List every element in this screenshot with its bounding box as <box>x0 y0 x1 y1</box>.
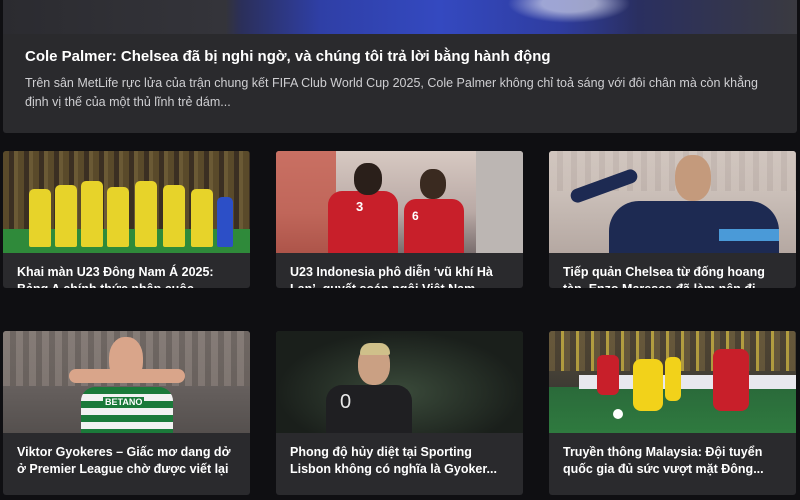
player-figure <box>665 357 681 401</box>
article-image-indonesia-players[interactable]: 3 6 <box>276 151 523 253</box>
player-figure <box>633 359 663 411</box>
jersey-number: 0 <box>340 391 352 413</box>
article-title[interactable]: Khai màn U23 Đông Nam Á 2025: Bảng A chí… <box>17 264 242 288</box>
player-figure <box>107 187 129 247</box>
article-title[interactable]: Tiếp quản Chelsea từ đống hoang tàn, Enz… <box>563 264 788 288</box>
player-hair <box>360 343 390 355</box>
player-figure <box>135 181 157 247</box>
article-card-enzo-maresca[interactable]: Tiếp quản Chelsea từ đống hoang tàn, Enz… <box>549 151 796 288</box>
player-arms <box>69 369 185 383</box>
article-image-team-lineup[interactable] <box>3 151 250 253</box>
article-title[interactable]: Viktor Gyokeres – Giấc mơ dang dở ở Prem… <box>17 444 242 478</box>
jersey-number: 3 <box>356 199 364 214</box>
ball-icon <box>613 409 623 419</box>
player-figure <box>29 189 51 247</box>
player-jersey: 6 <box>404 199 464 253</box>
player-figure <box>217 197 233 247</box>
player-head <box>354 163 382 195</box>
player-jersey: 0 <box>326 385 412 433</box>
article-title[interactable]: U23 Indonesia phô diễn ‘vũ khí Hà Lan’, … <box>290 264 515 288</box>
article-card-u23-sea-games[interactable]: Khai màn U23 Đông Nam Á 2025: Bảng A chí… <box>3 151 250 288</box>
article-card-u23-indonesia[interactable]: 3 6 U23 Indonesia phô diễn ‘vũ khí Hà La… <box>276 151 523 288</box>
article-title[interactable]: Phong độ hủy diệt tại Sporting Lisbon kh… <box>290 444 515 478</box>
player-figure <box>597 355 619 395</box>
player-head <box>420 169 446 199</box>
coach-head <box>675 155 711 201</box>
featured-article-title[interactable]: Cole Palmer: Chelsea đã bị nghi ngờ, và … <box>25 48 785 66</box>
article-title[interactable]: Truyền thông Malaysia: Đội tuyển quốc gi… <box>563 444 788 478</box>
player-jersey: BETANO <box>81 387 173 433</box>
featured-article-image[interactable] <box>3 0 797 34</box>
jersey-number: 6 <box>412 209 419 223</box>
crowd-right <box>476 151 523 253</box>
player-jersey: 3 <box>328 191 398 253</box>
article-image-gyokeres-celebration[interactable]: BETANO <box>3 331 250 433</box>
coach-jacket <box>609 201 779 253</box>
featured-article-excerpt: Trên sân MetLife rực lửa của trận chung … <box>25 76 758 109</box>
player-figure <box>81 181 103 247</box>
article-card-gyokeres-dream[interactable]: BETANO Viktor Gyokeres – Giấc mơ dang dở… <box>3 331 250 495</box>
player-figure <box>191 189 213 247</box>
crowd-left <box>276 151 336 253</box>
featured-image-highlight <box>473 0 633 34</box>
player-figure <box>55 185 77 247</box>
article-card-malaysia-media[interactable]: Truyền thông Malaysia: Đội tuyển quốc gi… <box>549 331 796 495</box>
article-image-malaysia-match[interactable] <box>549 331 796 433</box>
featured-article-card[interactable]: Cole Palmer: Chelsea đã bị nghi ngờ, và … <box>3 0 797 133</box>
player-figure <box>163 185 185 247</box>
player-figure <box>713 349 749 411</box>
coach-sleeve-stripe <box>719 229 779 241</box>
jersey-sponsor-text: BETANO <box>103 397 145 407</box>
article-image-gyokeres-portrait[interactable]: 0 <box>276 331 523 433</box>
article-card-gyokeres-sporting[interactable]: 0 Phong độ hủy diệt tại Sporting Lisbon … <box>276 331 523 495</box>
article-image-coach[interactable] <box>549 151 796 253</box>
